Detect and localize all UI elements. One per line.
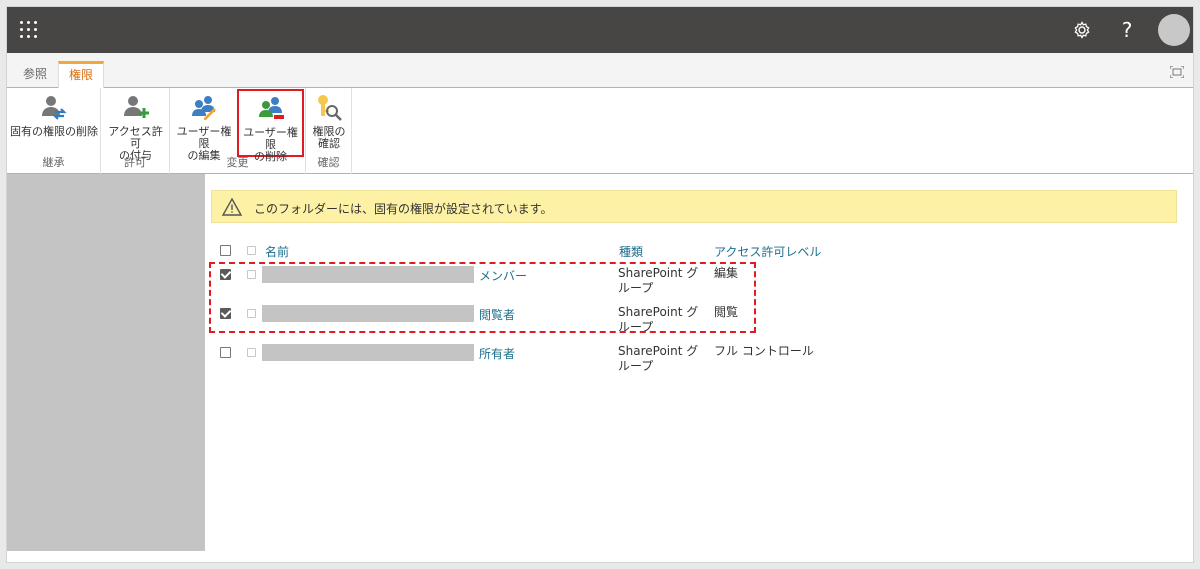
column-header-permission-level[interactable]: アクセス許可レベル [714, 243, 821, 260]
row-type-line-1: SharePoint グ [618, 344, 699, 358]
banner-message: このフォルダーには、固有の権限が設定されています。 [254, 202, 553, 216]
remove-user-permissions-label-1: ユーザー権限 [243, 126, 298, 151]
redacted-name [262, 344, 474, 361]
row-name-link[interactable]: 所有者 [479, 345, 515, 362]
gear-icon[interactable] [1070, 18, 1094, 42]
ribbon-tab-row: 参照 権限 [7, 53, 1193, 89]
row-item-checkbox[interactable] [247, 309, 256, 318]
row-checkbox[interactable] [220, 347, 231, 358]
ribbon-group-grant: アクセス許可 の付与 許可 [101, 88, 170, 174]
row-type: SharePoint グループ [618, 344, 698, 374]
grant-permissions-label-1: アクセス許可 [108, 125, 163, 150]
ribbon: 固有の権限の削除 継承 アクセス許可 の付与 許可 ユーザー権限 の編集 ユーザ… [7, 88, 1193, 174]
help-icon[interactable]: ? [1115, 18, 1139, 42]
ribbon-group-label: 確認 [317, 156, 340, 169]
column-header-name[interactable]: 名前 [265, 243, 289, 260]
row-type-line-2: ループ [618, 281, 654, 295]
check-permissions-button[interactable]: 権限の 確認 [308, 92, 350, 150]
row-checkbox[interactable] [220, 308, 231, 319]
row-type: SharePoint グループ [618, 266, 698, 296]
row-checkbox[interactable] [220, 269, 231, 280]
ribbon-group-label: 許可 [124, 156, 146, 169]
row-type-line-1: SharePoint グ [618, 305, 699, 319]
stop-inheritance-label: 固有の権限の削除 [10, 125, 98, 138]
delete-unique-permissions-icon [38, 92, 70, 124]
row-type-line-1: SharePoint グ [618, 266, 699, 280]
left-navigation [7, 174, 205, 551]
row-permission-level: 閲覧 [714, 305, 739, 319]
remove-user-permissions-icon [255, 93, 287, 125]
select-all-checkbox[interactable] [220, 245, 231, 256]
grant-permissions-icon [120, 92, 152, 124]
focus-content-icon[interactable] [1169, 65, 1184, 78]
header-item-checkbox[interactable] [247, 246, 256, 255]
check-permissions-icon [313, 92, 345, 124]
tab-browse[interactable]: 参照 [13, 61, 57, 88]
ribbon-group-label: 変更 [226, 156, 249, 169]
ribbon-group-inherit: 固有の権限の削除 継承 [7, 88, 101, 174]
avatar[interactable] [1158, 14, 1190, 46]
stop-inheritance-button[interactable]: 固有の権限の削除 [9, 92, 99, 138]
app-frame: ? 参照 権限 固有の権限の削除 継承 アクセス許可 の付与 許可 ユーザー権限… [6, 6, 1194, 563]
waffle-icon[interactable] [18, 19, 40, 41]
edit-user-permissions-label-1: ユーザー権限 [176, 125, 232, 150]
redacted-name [262, 266, 474, 283]
row-name-link[interactable]: メンバー [479, 267, 527, 284]
grant-permissions-button[interactable]: アクセス許可 の付与 [103, 92, 168, 162]
ribbon-group-check: 権限の 確認 確認 [306, 88, 352, 174]
row-item-checkbox[interactable] [247, 270, 256, 279]
edit-user-permissions-icon [188, 92, 220, 124]
row-item-checkbox[interactable] [247, 348, 256, 357]
unique-permissions-banner: このフォルダーには、固有の権限が設定されています。 [211, 190, 1177, 223]
warning-icon [221, 197, 243, 217]
suite-bar: ? [7, 7, 1193, 53]
tab-permissions[interactable]: 権限 [58, 61, 105, 89]
row-name-link[interactable]: 閲覧者 [479, 306, 515, 323]
edit-user-permissions-button[interactable]: ユーザー権限 の編集 [172, 92, 236, 162]
row-type-line-2: ループ [618, 359, 654, 373]
row-permission-level: 編集 [714, 266, 739, 280]
column-header-type[interactable]: 種類 [619, 243, 643, 260]
row-type: SharePoint グループ [618, 305, 698, 335]
ribbon-group-label: 継承 [42, 156, 65, 169]
remove-user-permissions-button[interactable]: ユーザー権限 の削除 [237, 89, 304, 163]
redacted-name [262, 305, 474, 322]
ribbon-group-modify: ユーザー権限 の編集 ユーザー権限 の削除 変更 [170, 88, 306, 174]
check-permissions-label-2: 確認 [318, 137, 340, 150]
row-permission-level: フル コントロール [714, 344, 814, 358]
row-type-line-2: ループ [618, 320, 654, 334]
